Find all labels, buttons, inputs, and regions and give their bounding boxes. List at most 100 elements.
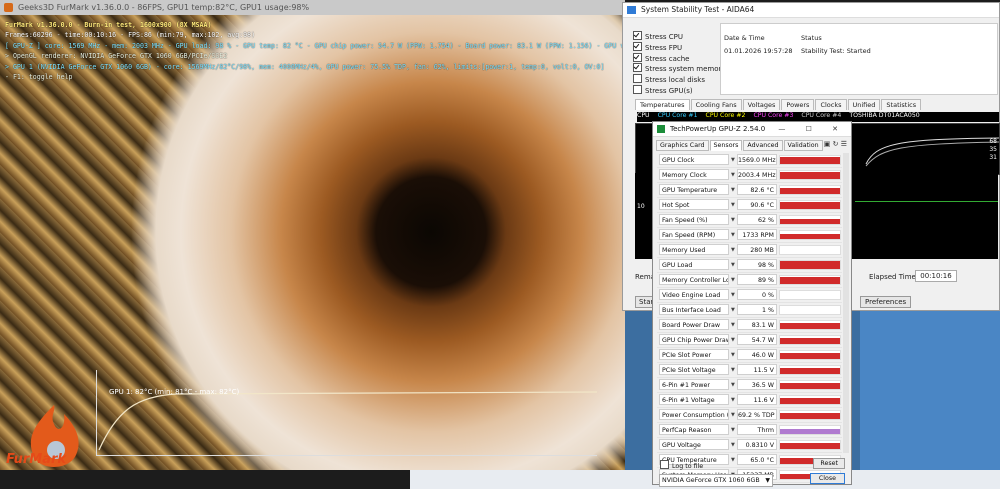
sensor-row: GPU Clock ▼ 1569.0 MHz <box>657 153 842 168</box>
gpu-select-dropdown[interactable]: NVIDIA GeForce GTX 1060 6GB ▼ <box>659 474 773 487</box>
stress-fpu-checkbox[interactable]: Stress FPU <box>633 42 682 52</box>
chevron-down-icon[interactable]: ▼ <box>731 202 735 208</box>
chevron-down-icon[interactable]: ▼ <box>731 382 735 388</box>
aida64-app-icon <box>627 6 636 14</box>
stress-cache-checkbox[interactable]: Stress cache <box>633 53 689 63</box>
legend-disk[interactable]: TOSHIBA DT01ACA050 <box>849 112 919 119</box>
sensor-name[interactable]: GPU Temperature <box>659 184 729 195</box>
tab-sensors[interactable]: Sensors <box>709 140 743 151</box>
stress-disks-checkbox[interactable]: Stress local disks <box>633 74 705 84</box>
chevron-down-icon[interactable]: ▼ <box>731 217 735 223</box>
table-header-status: Status <box>801 34 822 42</box>
sensor-name[interactable]: Bus Interface Load <box>659 304 729 315</box>
tab-voltages[interactable]: Voltages <box>742 99 781 110</box>
sensor-row: PerfCap Reason ▼ Thrm <box>657 423 842 438</box>
tab-advanced[interactable]: Advanced <box>743 140 783 151</box>
chevron-down-icon[interactable]: ▼ <box>731 292 735 298</box>
tab-validation[interactable]: Validation <box>783 140 823 151</box>
sensor-name[interactable]: 6-Pin #1 Power <box>659 379 729 390</box>
chevron-down-icon[interactable]: ▼ <box>731 187 735 193</box>
sensor-name[interactable]: Fan Speed (RPM) <box>659 229 729 240</box>
tab-temperatures[interactable]: Temperatures <box>635 99 690 110</box>
tab-powers[interactable]: Powers <box>781 99 815 110</box>
sensor-graph <box>779 350 841 360</box>
sensor-value: 89 % <box>737 274 777 285</box>
tab-unified[interactable]: Unified <box>847 99 881 110</box>
chevron-down-icon[interactable]: ▼ <box>731 322 735 328</box>
furmark-titlebar[interactable]: Geeks3D FurMark v1.36.0.0 - 86FPS, GPU1 … <box>0 0 625 15</box>
sensor-row: 6-Pin #1 Power ▼ 36.5 W <box>657 378 842 393</box>
sensor-row: GPU Load ▼ 98 % <box>657 258 842 273</box>
stress-gpu-checkbox[interactable]: Stress GPU(s) <box>633 85 693 95</box>
sensor-name[interactable]: GPU Voltage <box>659 439 729 450</box>
legend-cpu[interactable]: CPU <box>637 112 650 119</box>
chevron-down-icon[interactable]: ▼ <box>731 457 735 463</box>
chevron-down-icon[interactable]: ▼ <box>731 172 735 178</box>
sensor-name[interactable]: Power Consumption (%) <box>659 409 729 420</box>
chevron-down-icon[interactable]: ▼ <box>731 307 735 313</box>
sensor-name[interactable]: GPU Load <box>659 259 729 270</box>
chevron-down-icon[interactable]: ▼ <box>731 442 735 448</box>
chevron-down-icon[interactable]: ▼ <box>731 337 735 343</box>
furmark-graph-label: GPU 1: 82°C (min: 81°C - max: 82°C) <box>109 388 240 396</box>
aida64-title: System Stability Test - AIDA64 <box>641 5 755 14</box>
sensor-row: 6-Pin #1 Voltage ▼ 11.6 V <box>657 393 842 408</box>
chevron-down-icon[interactable]: ▼ <box>731 367 735 373</box>
sensor-name[interactable]: 6-Pin #1 Voltage <box>659 394 729 405</box>
reset-button[interactable]: Reset <box>813 458 845 469</box>
log-to-file-checkbox[interactable]: Log to file <box>660 460 703 470</box>
sensor-graph-fill <box>780 187 840 194</box>
sensor-name[interactable]: Board Power Draw <box>659 319 729 330</box>
chevron-down-icon[interactable]: ▼ <box>731 262 735 268</box>
stress-memory-checkbox[interactable]: Stress system memory <box>633 63 726 73</box>
menu-icon[interactable]: ☰ <box>841 140 847 148</box>
furmark-app-icon <box>4 3 13 12</box>
sensor-graph <box>779 185 841 195</box>
tab-cooling-fans[interactable]: Cooling Fans <box>690 99 742 110</box>
legend-core2[interactable]: CPU Core #2 <box>706 112 746 119</box>
chevron-down-icon[interactable]: ▼ <box>731 397 735 403</box>
chevron-down-icon[interactable]: ▼ <box>731 412 735 418</box>
refresh-icon[interactable]: ↻ <box>833 140 839 148</box>
sensor-name[interactable]: Fan Speed (%) <box>659 214 729 225</box>
chevron-down-icon[interactable]: ▼ <box>731 427 735 433</box>
chevron-down-icon[interactable]: ▼ <box>731 277 735 283</box>
sensor-graph-fill <box>780 323 840 329</box>
sensor-name[interactable]: PCIe Slot Voltage <box>659 364 729 375</box>
sensor-name[interactable]: Hot Spot <box>659 199 729 210</box>
window-controls[interactable]: — ☐ ✕ <box>778 122 847 136</box>
elapsed-value: 00:10:16 <box>915 270 957 282</box>
close-button[interactable]: Close <box>809 473 845 484</box>
stress-cpu-checkbox[interactable]: Stress CPU <box>633 31 683 41</box>
tab-clocks[interactable]: Clocks <box>815 99 847 110</box>
sensor-scrollbar[interactable] <box>843 153 849 453</box>
sensor-name[interactable]: PCIe Slot Power <box>659 349 729 360</box>
chart-value-1: 68 <box>989 138 997 145</box>
sensor-graph <box>779 395 841 405</box>
sensor-graph <box>779 365 841 375</box>
chevron-down-icon[interactable]: ▼ <box>731 352 735 358</box>
chevron-down-icon[interactable]: ▼ <box>731 232 735 238</box>
sensor-name[interactable]: Memory Used <box>659 244 729 255</box>
sensor-name[interactable]: Memory Clock <box>659 169 729 180</box>
sensor-graph <box>779 290 841 300</box>
legend-core3[interactable]: CPU Core #3 <box>753 112 793 119</box>
table-header-datetime: Date & Time <box>724 34 765 42</box>
tab-graphics-card[interactable]: Graphics Card <box>656 140 709 151</box>
legend-core4[interactable]: CPU Core #4 <box>801 112 841 119</box>
sensor-name[interactable]: GPU Chip Power Draw <box>659 334 729 345</box>
tab-statistics[interactable]: Statistics <box>881 99 922 110</box>
camera-icon[interactable]: ▣ <box>824 140 831 148</box>
aida64-titlebar[interactable]: System Stability Test - AIDA64 <box>623 3 999 18</box>
gpuz-titlebar[interactable]: TechPowerUp GPU-Z 2.54.0 — ☐ ✕ <box>653 122 851 137</box>
chevron-down-icon[interactable]: ▼ <box>731 247 735 253</box>
sensor-row: Power Consumption (%)▼69.2 % TDP <box>657 408 842 423</box>
chevron-down-icon[interactable]: ▼ <box>731 157 735 163</box>
preferences-button[interactable]: Preferences <box>860 296 912 308</box>
sensor-name[interactable]: Video Engine Load <box>659 289 729 300</box>
sensor-value: 11.5 V <box>737 364 777 375</box>
legend-core1[interactable]: CPU Core #1 <box>658 112 698 119</box>
sensor-name[interactable]: Memory Controller Load <box>659 274 729 285</box>
sensor-name[interactable]: PerfCap Reason <box>659 424 729 435</box>
sensor-name[interactable]: GPU Clock <box>659 154 729 165</box>
